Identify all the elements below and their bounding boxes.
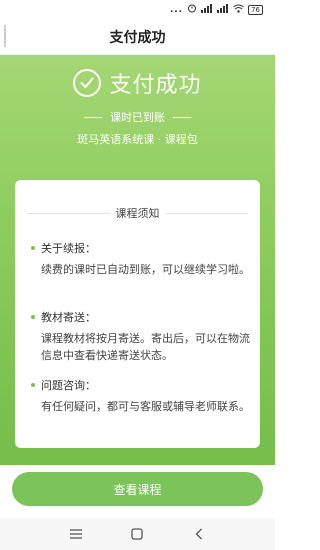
notice-text: 有任何疑问，都可与客服或辅导老师联系。 [41, 400, 250, 413]
success-header: 支付成功 [0, 68, 275, 98]
divider-right [165, 212, 248, 214]
page-title: 支付成功 [109, 29, 166, 46]
alarm-icon [187, 3, 197, 16]
view-course-button[interactable]: 查看课程 [12, 472, 263, 506]
status-bar: ... 76 [0, 0, 275, 19]
divider-left [84, 116, 102, 118]
home-icon[interactable] [127, 524, 147, 544]
bullet-icon [31, 315, 35, 319]
signal-icon [217, 3, 229, 16]
battery-icon: 76 [248, 4, 263, 15]
divider-left [27, 212, 110, 214]
status-dots: ... [169, 4, 184, 15]
notice-text: 续费的课时已自动到账，可以继续学习啦。 [41, 263, 250, 276]
check-circle-icon [73, 69, 102, 97]
notice-heading: 问题咨询： [31, 377, 96, 393]
success-subtitle: 课时已到账 [110, 111, 165, 124]
bullet-icon [31, 383, 35, 387]
menu-icon[interactable] [66, 524, 86, 544]
notice-heading-label: 问题咨询： [41, 379, 96, 392]
notice-heading: 关于续报： [31, 240, 96, 256]
notice-heading-label: 关于续报： [41, 242, 96, 255]
wifi-icon [233, 4, 244, 16]
back-edge-handle[interactable] [4, 25, 6, 47]
notice-heading-label: 教材寄送： [41, 311, 96, 324]
system-nav-bar [0, 518, 275, 550]
bullet-icon [31, 246, 35, 250]
notice-title: 课程须知 [115, 207, 160, 220]
back-icon[interactable] [189, 524, 209, 544]
divider-right [173, 116, 191, 118]
nav-header: 支付成功 [0, 19, 275, 55]
notice-card: 课程须知 关于续报： 续费的课时已自动到账，可以继续学习啦。 教材寄送： 课程教… [15, 180, 260, 448]
notice-heading: 教材寄送： [31, 309, 96, 325]
notice-text: 课程教材将按月寄送。寄出后，可以在物流信息中查看快递寄送状态。 [41, 332, 250, 362]
success-subtitle-row: 课时已到账 [0, 109, 275, 125]
success-title: 支付成功 [109, 73, 202, 98]
signal-icon [201, 3, 213, 16]
notice-card-header: 课程须知 [27, 204, 248, 222]
course-name: 斑马英语系统课 · 课程包 [77, 133, 198, 146]
